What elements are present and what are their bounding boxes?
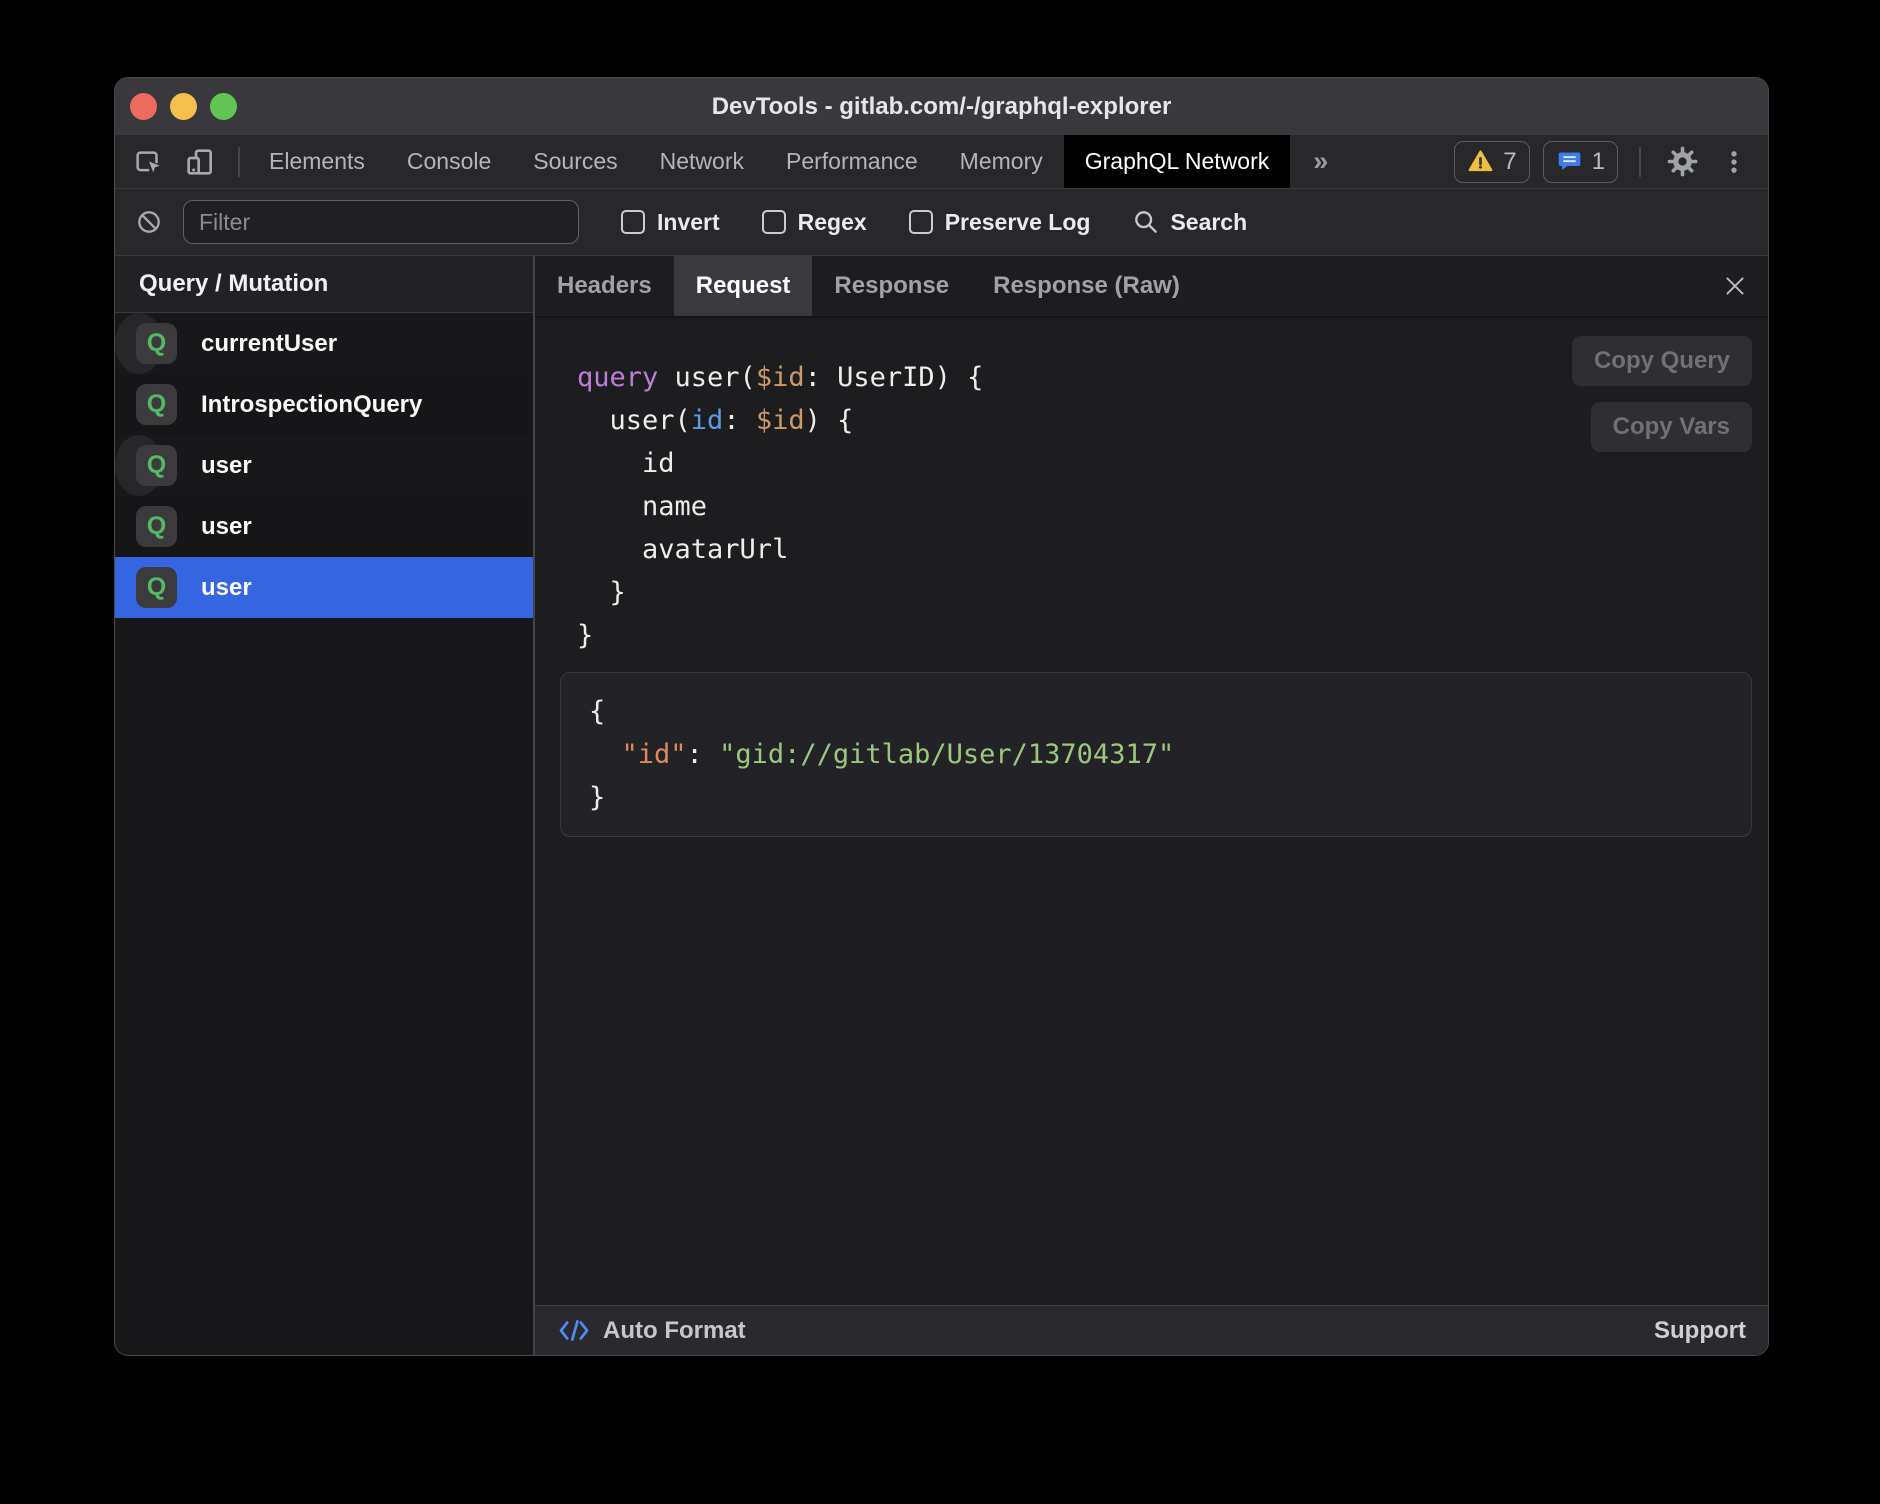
query-type-badge: Q <box>136 323 177 364</box>
tab-label: Memory <box>960 148 1043 175</box>
auto-format-control[interactable]: Auto Format <box>557 1317 746 1345</box>
tab-elements[interactable]: Elements <box>248 135 386 188</box>
regex-checkbox[interactable] <box>762 210 786 234</box>
copy-query-button[interactable]: Copy Query <box>1572 336 1752 386</box>
query-name: IntrospectionQuery <box>201 391 422 419</box>
tab-label: Response <box>834 272 949 300</box>
kebab-menu-icon[interactable] <box>1716 148 1752 176</box>
query-list-sidebar: Query / Mutation Q currentUser Q Introsp… <box>115 256 535 1355</box>
regex-label: Regex <box>798 209 867 236</box>
tab-label: Network <box>660 148 744 175</box>
query-list-item-selected[interactable]: Q user <box>115 557 533 618</box>
tab-response[interactable]: Response <box>812 256 971 316</box>
variables-json-code: { "id": "gid://gitlab/User/13704317"} <box>589 690 1731 819</box>
query-list-item[interactable]: Q currentUser <box>115 313 163 374</box>
warning-count: 7 <box>1503 148 1516 176</box>
devtools-window: DevTools - gitlab.com/-/graphql-explorer… <box>115 78 1768 1355</box>
message-icon <box>1556 148 1583 175</box>
preserve-log-label: Preserve Log <box>945 209 1091 236</box>
messages-badge[interactable]: 1 <box>1543 141 1618 183</box>
toolbar-left-icons <box>115 135 230 188</box>
variables-box: { "id": "gid://gitlab/User/13704317"} <box>560 672 1752 837</box>
invert-checkbox-group[interactable]: Invert <box>621 209 720 236</box>
clear-ban-icon[interactable] <box>131 208 167 236</box>
message-count: 1 <box>1592 148 1605 176</box>
code-format-icon <box>557 1318 591 1343</box>
query-name: user <box>201 574 252 602</box>
tab-sources[interactable]: Sources <box>512 135 638 188</box>
query-list-item[interactable]: Q user <box>115 496 533 557</box>
close-icon[interactable] <box>1722 273 1748 299</box>
tab-label: Elements <box>269 148 365 175</box>
chevron-glyph: » <box>1313 146 1328 177</box>
toolbar-separator <box>1639 147 1641 177</box>
traffic-lights <box>115 93 237 120</box>
inspect-element-icon[interactable] <box>129 147 167 177</box>
titlebar: DevTools - gitlab.com/-/graphql-explorer <box>115 78 1768 135</box>
detail-tabbar: Headers Request Response Response (Raw) <box>535 256 1768 318</box>
tab-performance[interactable]: Performance <box>765 135 939 188</box>
tab-label: Request <box>696 272 791 300</box>
tab-label: Response (Raw) <box>993 272 1180 300</box>
tab-label: GraphQL Network <box>1085 148 1270 175</box>
query-type-badge: Q <box>136 567 177 608</box>
regex-checkbox-group[interactable]: Regex <box>762 209 867 236</box>
tab-label: Console <box>407 148 491 175</box>
tab-graphql-network[interactable]: GraphQL Network <box>1064 135 1291 188</box>
copy-vars-button[interactable]: Copy Vars <box>1591 402 1752 452</box>
devtools-tabbar: Elements Console Sources Network Perform… <box>115 135 1768 188</box>
search-label: Search <box>1170 209 1247 236</box>
preserve-log-checkbox-group[interactable]: Preserve Log <box>909 209 1091 236</box>
detail-footer: Auto Format Support <box>535 1305 1768 1355</box>
query-name: user <box>201 513 252 541</box>
auto-format-label: Auto Format <box>603 1317 746 1345</box>
tab-memory[interactable]: Memory <box>939 135 1064 188</box>
filter-input[interactable] <box>183 200 579 244</box>
sidebar-header: Query / Mutation <box>115 256 533 313</box>
invert-checkbox[interactable] <box>621 210 645 234</box>
preserve-log-checkbox[interactable] <box>909 210 933 234</box>
device-toolbar-icon[interactable] <box>180 146 220 178</box>
toolbar-right-cluster: 7 1 <box>1454 135 1768 188</box>
query-name: user <box>201 452 252 480</box>
tab-headers[interactable]: Headers <box>535 256 674 316</box>
search-icon <box>1132 208 1160 236</box>
toolbar-separator <box>238 147 240 177</box>
query-name: currentUser <box>201 330 337 358</box>
main-split: Query / Mutation Q currentUser Q Introsp… <box>115 256 1768 1355</box>
more-tabs-chevron-icon[interactable]: » <box>1290 135 1351 188</box>
query-list-item[interactable]: Q user <box>115 435 163 496</box>
warnings-badge[interactable]: 7 <box>1454 141 1529 183</box>
window-title: DevTools - gitlab.com/-/graphql-explorer <box>115 93 1768 121</box>
tab-network[interactable]: Network <box>639 135 765 188</box>
warning-icon <box>1467 148 1494 175</box>
minimize-window-button[interactable] <box>170 93 197 120</box>
close-window-button[interactable] <box>130 93 157 120</box>
query-type-badge: Q <box>136 384 177 425</box>
search-control[interactable]: Search <box>1132 208 1247 236</box>
tab-console[interactable]: Console <box>386 135 512 188</box>
tab-label: Headers <box>557 272 652 300</box>
request-content: query user($id: UserID) { user(id: $id) … <box>535 318 1768 1305</box>
maximize-window-button[interactable] <box>210 93 237 120</box>
filter-bar: Invert Regex Preserve Log Search <box>115 188 1768 256</box>
query-list-item[interactable]: Q IntrospectionQuery <box>115 374 533 435</box>
tab-label: Performance <box>786 148 918 175</box>
detail-panel: Headers Request Response Response (Raw) … <box>535 256 1768 1355</box>
support-link[interactable]: Support <box>1654 1317 1746 1345</box>
invert-label: Invert <box>657 209 720 236</box>
query-type-badge: Q <box>136 506 177 547</box>
copy-buttons: Copy Query Copy Vars <box>1572 336 1752 452</box>
query-type-badge: Q <box>136 445 177 486</box>
tab-request[interactable]: Request <box>674 256 813 316</box>
tab-response-raw[interactable]: Response (Raw) <box>971 256 1202 316</box>
settings-gear-icon[interactable] <box>1662 145 1703 178</box>
tab-label: Sources <box>533 148 617 175</box>
